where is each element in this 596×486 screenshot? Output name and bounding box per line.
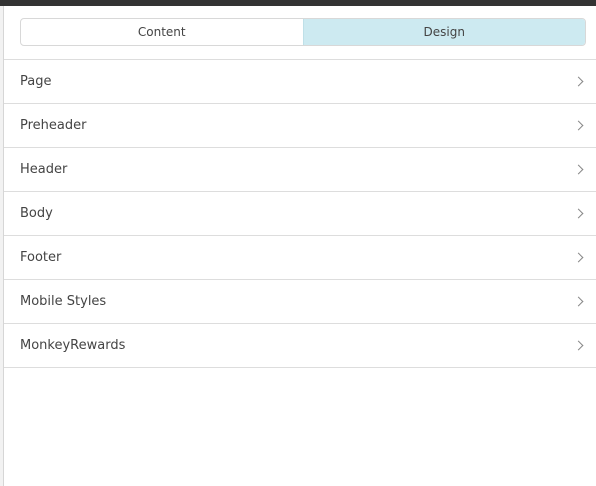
section-label: Footer — [20, 250, 62, 265]
section-item-footer[interactable]: Footer — [4, 236, 596, 280]
chevron-right-icon — [573, 164, 584, 175]
chevron-right-icon — [573, 120, 584, 131]
section-label: Preheader — [20, 118, 87, 133]
section-label: Header — [20, 162, 68, 177]
design-panel: Content Design Page Preheader Header Bod… — [4, 6, 596, 486]
section-label: Page — [20, 74, 52, 89]
section-list: Page Preheader Header Body Footer Mobile… — [4, 59, 596, 368]
section-item-monkeyrewards[interactable]: MonkeyRewards — [4, 324, 596, 368]
chevron-right-icon — [573, 252, 584, 263]
chevron-right-icon — [573, 76, 584, 87]
section-item-page[interactable]: Page — [4, 60, 596, 104]
section-item-mobile-styles[interactable]: Mobile Styles — [4, 280, 596, 324]
section-item-header[interactable]: Header — [4, 148, 596, 192]
section-label: Mobile Styles — [20, 294, 107, 309]
tab-switcher: Content Design — [20, 18, 586, 46]
chevron-right-icon — [573, 340, 584, 351]
section-item-preheader[interactable]: Preheader — [4, 104, 596, 148]
chevron-right-icon — [573, 296, 584, 307]
tab-content[interactable]: Content — [21, 19, 303, 45]
chevron-right-icon — [573, 208, 584, 219]
section-label: Body — [20, 206, 53, 221]
section-label: MonkeyRewards — [20, 338, 126, 353]
section-item-body[interactable]: Body — [4, 192, 596, 236]
tab-design[interactable]: Design — [302, 19, 585, 45]
